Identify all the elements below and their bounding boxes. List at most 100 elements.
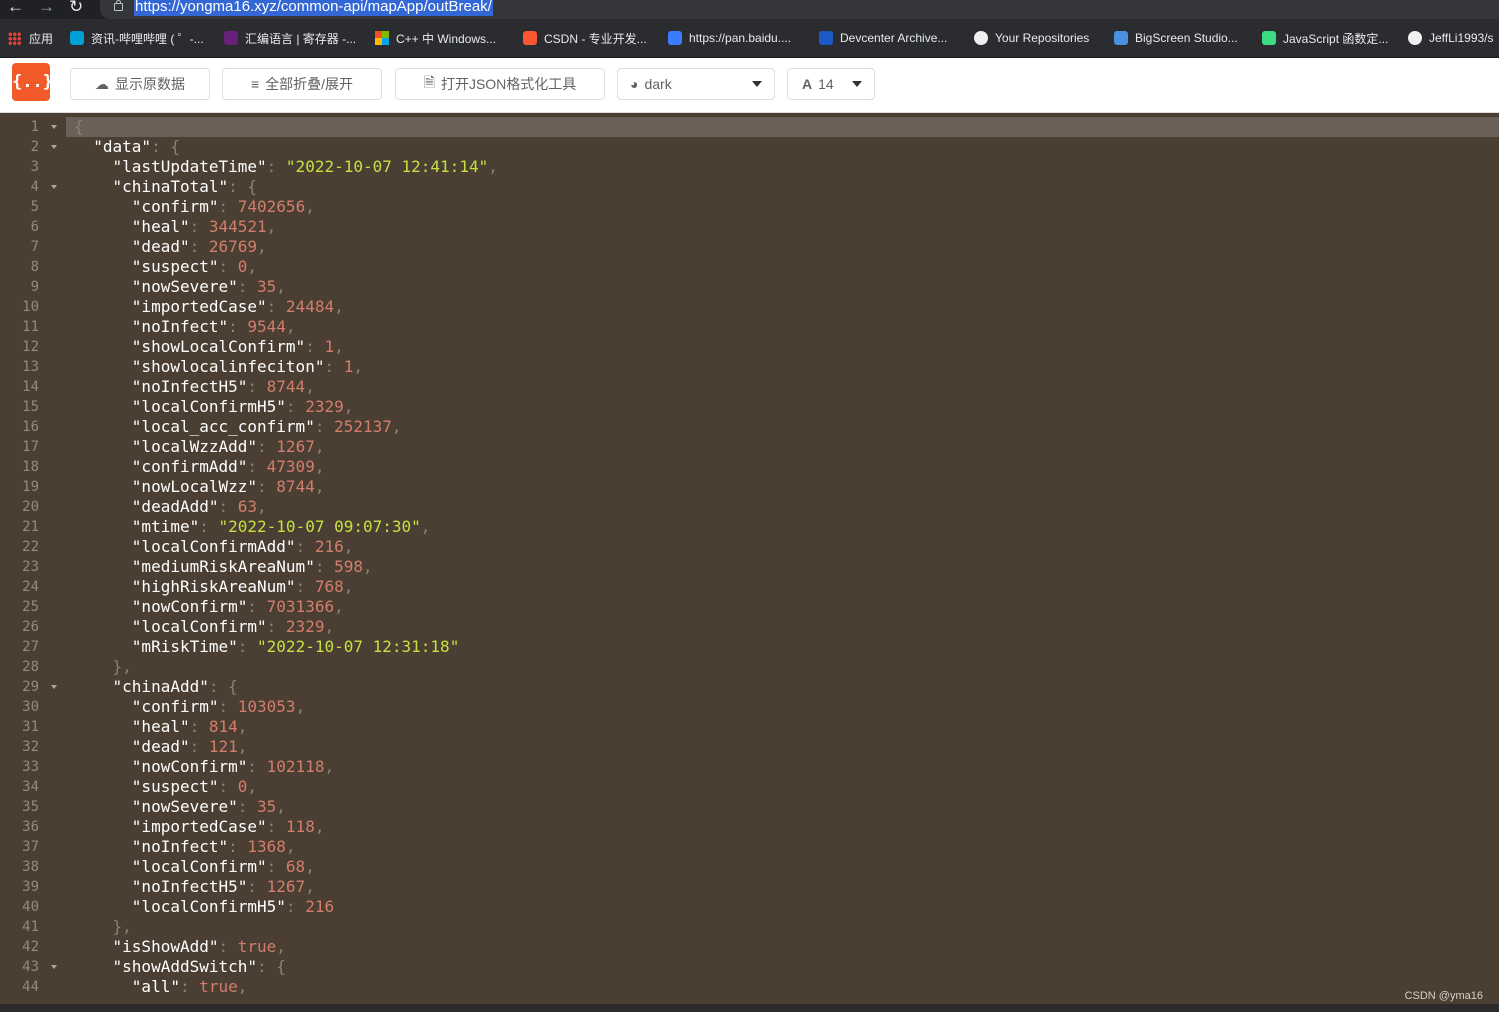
fold-arrow-icon[interactable] [51,685,57,689]
code-token: "noInfectH5" [74,377,248,396]
code-token: 63 [237,497,258,516]
bookmark-item[interactable]: 资讯-哔哩哔哩 ( ゜-... [70,29,204,47]
lock-icon [114,0,123,11]
code-text: }, [74,657,132,677]
code-token: "showAddSwitch" [74,957,258,976]
code-line: 34 "suspect": 0, [0,777,1499,797]
bookmark-item[interactable]: BigScreen Studio... [1114,29,1238,47]
fold-arrow-icon[interactable] [51,145,57,149]
fold-arrow-icon[interactable] [51,125,57,129]
show-raw-data-button[interactable]: ☁ 显示原数据 [70,68,210,100]
code-token: "all" [74,977,180,996]
bookmark-label: 应用 [29,31,54,46]
code-line: 36 "importedCase": 118, [0,817,1499,837]
line-number: 43 [22,959,39,975]
code-token: : [295,577,315,596]
bookmark-label: https://pan.baidu.... [689,31,792,45]
bookmark-item[interactable]: JavaScript 函数定... [1262,29,1388,47]
visual-studio-icon [224,31,238,45]
font-size-select[interactable]: A 14 [787,68,875,100]
back-arrow-icon[interactable]: ← [7,0,24,16]
fold-expand-all-button[interactable]: ≡ 全部折叠/展开 [222,68,382,100]
fold-arrow-icon[interactable] [51,965,57,969]
code-token: 2329 [305,397,344,416]
code-token: "confirm" [74,197,219,216]
code-token: "mtime" [74,517,200,536]
bookmark-item[interactable]: C++ 中 Windows... [375,29,496,47]
reload-icon[interactable]: ↻ [69,0,83,16]
browser-address-bar: ← → ↻ https://yongma16.xyz/common-api/ma… [0,0,1499,19]
bookmark-item[interactable]: JeffLi1993/s [1408,29,1494,47]
code-token: "dead" [74,237,190,256]
bookmark-item[interactable]: Devcenter Archive... [819,29,947,47]
code-text: "dead": 121, [74,737,248,757]
bookmark-item[interactable]: 汇编语言 | 寄存器 -... [224,29,356,47]
code-token: : [218,937,238,956]
code-token: "heal" [74,217,190,236]
line-number: 34 [22,779,39,795]
line-number: 7 [30,239,39,255]
code-token: : { [208,677,238,696]
code-text: { [74,117,84,137]
code-token: "mediumRiskAreaNum" [74,557,315,576]
code-token: , [276,277,286,296]
line-number: 4 [30,179,39,195]
line-number: 33 [22,759,39,775]
bookmark-label: JeffLi1993/s [1429,31,1494,45]
code-token: 1267 [276,437,315,456]
code-line: 2 "data": { [0,137,1499,157]
code-token: 1368 [247,837,286,856]
code-token: , [285,837,296,856]
code-line: 22 "localConfirmAdd": 216, [0,537,1499,557]
code-token: , [353,357,363,376]
bookmark-item[interactable]: 应用 [8,29,53,47]
code-token: : [247,457,267,476]
code-token: "heal" [74,717,190,736]
bookmark-label: C++ 中 Windows... [396,31,497,46]
code-token: , [334,337,344,356]
code-token: : [266,297,286,316]
code-text: "suspect": 0, [74,257,257,277]
line-number: 31 [22,719,39,735]
fold-arrow-icon[interactable] [51,185,57,189]
code-text: "confirm": 7402656, [74,197,315,217]
theme-select-value: dark [644,76,672,92]
code-line: 24 "highRiskAreaNum": 768, [0,577,1499,597]
line-number: 13 [22,359,39,375]
bookmark-label: Devcenter Archive... [840,31,948,45]
android-icon [1262,31,1276,45]
code-line: 44 "all": true, [0,977,1499,997]
code-token: , [305,877,315,896]
code-token: : [218,257,238,276]
code-token: : [189,237,209,256]
bookmark-item[interactable]: https://pan.baidu.... [668,29,791,47]
bookmark-item[interactable]: CSDN - 专业开发... [523,29,647,47]
bookmark-item[interactable]: Your Repositories [974,29,1089,47]
line-number: 36 [22,819,39,835]
line-number: 30 [22,699,39,715]
code-token: , [343,397,354,416]
code-text: "mtime": "2022-10-07 09:07:30", [74,517,431,537]
code-text: "localConfirm": 68, [74,857,315,877]
code-token: "importedCase" [74,817,267,836]
code-token: : [285,397,306,416]
forward-arrow-icon[interactable]: → [38,0,55,16]
code-token: "localConfirmH5" [74,897,286,916]
code-token: "showlocalinfeciton" [74,357,325,376]
code-text: "chinaAdd": { [74,677,238,697]
json-editor[interactable]: 1{2 "data": {3 "lastUpdateTime": "2022-1… [0,117,1499,1004]
code-line: 20 "deadAdd": 63, [0,497,1499,517]
code-line: 43 "showAddSwitch": { [0,957,1499,977]
open-json-tool-button[interactable]: 🗎 打开JSON格式化工具 [395,68,605,100]
code-token: "confirmAdd" [74,457,248,476]
code-text: "importedCase": 118, [74,817,325,837]
code-line: 41 }, [0,917,1499,937]
code-token: : { [151,137,180,156]
font-size-value: 14 [818,76,834,92]
code-token: , [334,297,344,316]
url-text[interactable]: https://yongma16.xyz/common-api/mapApp/o… [134,0,493,16]
theme-select[interactable]: ◕ dark [617,68,775,100]
microsoft-icon [375,31,389,45]
code-line: 23 "mediumRiskAreaNum": 598, [0,557,1499,577]
chevron-down-icon [752,81,762,87]
